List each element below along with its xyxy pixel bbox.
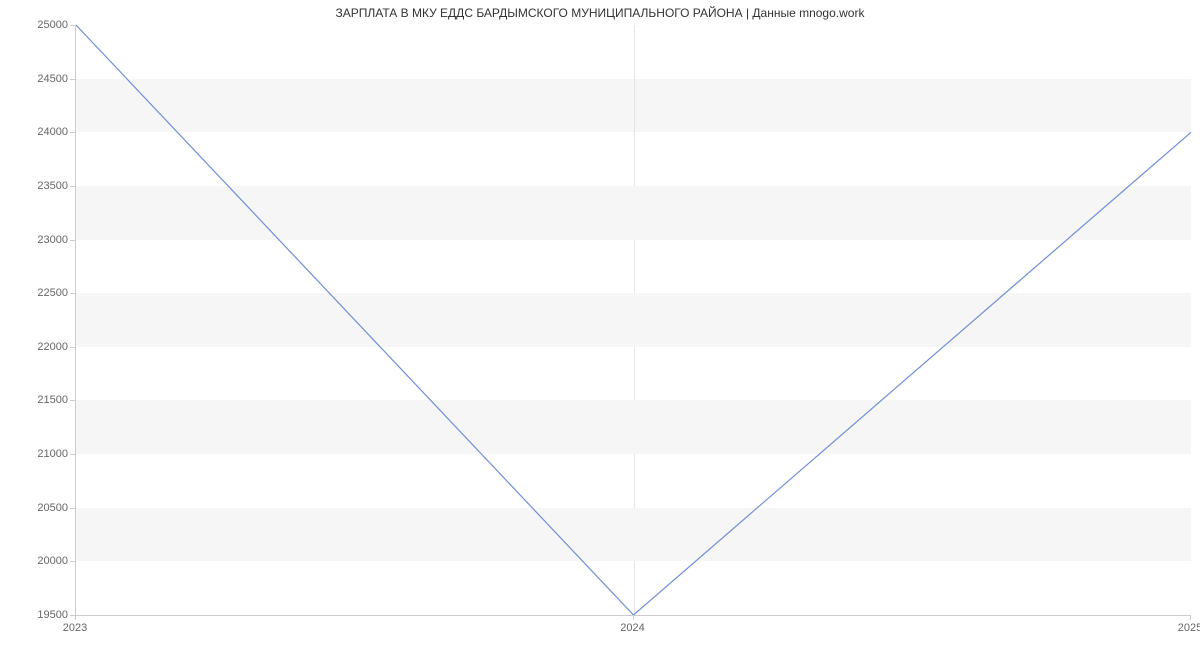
y-tick-label: 20500 [8,502,68,514]
line-path [76,25,1191,615]
y-tick-mark [70,508,75,509]
y-tick-label: 21000 [8,448,68,460]
x-tick-mark [75,615,76,620]
y-tick-label: 23000 [8,234,68,246]
y-tick-mark [70,400,75,401]
y-tick-label: 22500 [8,287,68,299]
y-tick-label: 24500 [8,73,68,85]
y-tick-label: 22000 [8,341,68,353]
y-tick-mark [70,79,75,80]
y-tick-label: 23500 [8,180,68,192]
x-tick-label: 2023 [63,622,87,634]
y-tick-mark [70,132,75,133]
y-tick-label: 24000 [8,126,68,138]
y-tick-mark [70,561,75,562]
y-tick-mark [70,186,75,187]
x-tick-mark [633,615,634,620]
y-tick-label: 21500 [8,394,68,406]
y-tick-mark [70,25,75,26]
plot-area [75,25,1191,616]
y-tick-label: 20000 [8,555,68,567]
y-tick-mark [70,293,75,294]
y-tick-label: 19500 [8,609,68,621]
line-series [76,25,1191,615]
y-tick-mark [70,240,75,241]
x-tick-mark [1190,615,1191,620]
x-tick-label: 2025 [1178,622,1200,634]
y-tick-mark [70,454,75,455]
chart-title: ЗАРПЛАТА В МКУ ЕДДС БАРДЫМСКОГО МУНИЦИПА… [0,6,1200,20]
y-tick-mark [70,347,75,348]
chart-container: ЗАРПЛАТА В МКУ ЕДДС БАРДЫМСКОГО МУНИЦИПА… [0,0,1200,650]
y-tick-label: 25000 [8,19,68,31]
x-tick-label: 2024 [620,622,644,634]
